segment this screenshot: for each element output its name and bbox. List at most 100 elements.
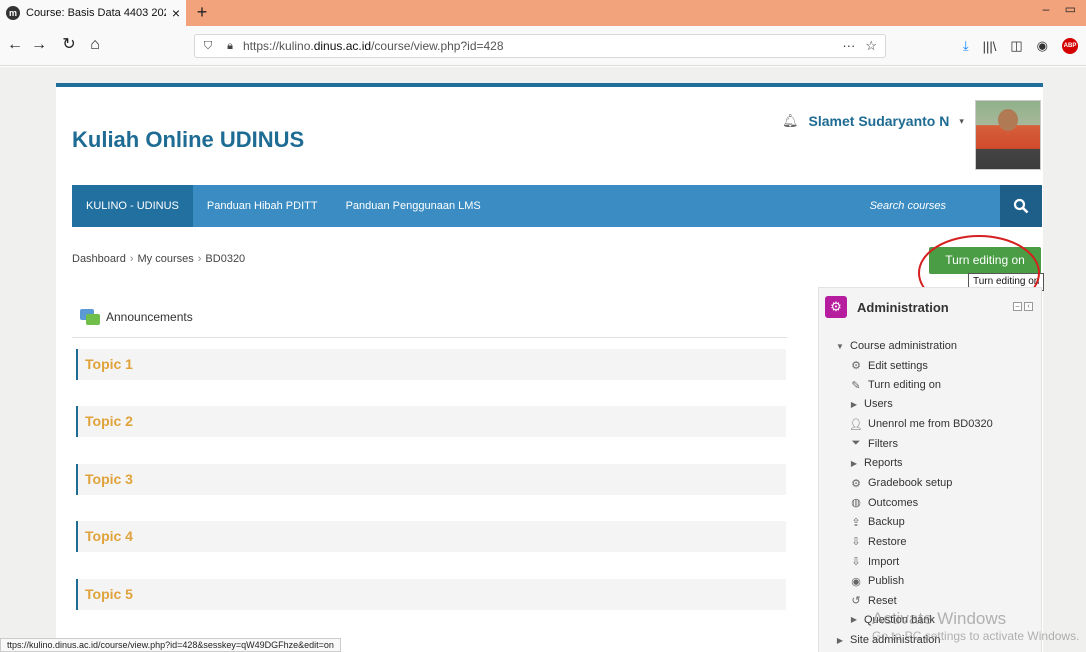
- admin-item[interactable]: ⇪ Backup: [849, 516, 905, 529]
- expand-arrow-icon: ▶: [836, 635, 844, 645]
- user-name[interactable]: Slamet Sudaryanto N: [809, 113, 950, 129]
- admin-item[interactable]: ⇩ Restore: [849, 535, 906, 549]
- back-icon[interactable]: ←: [4, 34, 26, 56]
- admin-item-label: Turn editing on: [868, 379, 941, 392]
- admin-item-label: Filters: [868, 437, 898, 450]
- admin-item[interactable]: ⚙ Gradebook setup: [849, 477, 952, 490]
- window-controls[interactable]: – ▭: [1043, 2, 1082, 16]
- filter-icon: ⏷: [851, 437, 861, 450]
- browser-toolbar: ← → ↻ ⌂ ⛉ 🔒︎ https://kulino.dinus.ac.id/…: [0, 26, 1086, 66]
- gear-icon: ⚙: [851, 360, 861, 372]
- restore-icon: ⇩: [851, 536, 861, 549]
- admin-item[interactable]: ▶ Users: [849, 398, 893, 410]
- page-actions-icon[interactable]: ···: [842, 38, 855, 54]
- browser-tab-bar: m Course: Basis Data 4403 2020 × + – ▭: [0, 0, 1086, 26]
- reset-icon: ↺: [851, 595, 861, 608]
- download-icon[interactable]: ⤓: [963, 38, 969, 54]
- announcements-link[interactable]: Announcements: [80, 309, 193, 325]
- avatar[interactable]: [975, 100, 1041, 170]
- admin-item[interactable]: ✎ Turn editing on: [849, 379, 941, 392]
- user-icon: 👤︎: [849, 418, 863, 431]
- admin-item-label: Reset: [868, 594, 897, 607]
- admin-item-label: Gradebook setup: [868, 477, 953, 490]
- breadcrumb-my-courses[interactable]: My courses: [138, 253, 194, 265]
- url-text[interactable]: https://kulino.dinus.ac.id/course/view.p…: [243, 39, 504, 53]
- admin-item[interactable]: ⚙ Edit settings: [849, 359, 928, 373]
- admin-item[interactable]: ↺ Reset: [849, 594, 897, 608]
- sidebar-icon[interactable]: ◫: [1010, 38, 1022, 54]
- reload-icon[interactable]: ↻: [58, 34, 80, 56]
- course-page: Kuliah Online UDINUS 🔔︎ Slamet Sudaryant…: [56, 83, 1079, 652]
- admin-item[interactable]: 👤︎ Unenrol me from BD0320: [849, 418, 993, 431]
- administration-block: ⚙ Administration – ‹ ▼ Course administra…: [818, 287, 1042, 652]
- page-background: Kuliah Online UDINUS 🔔︎ Slamet Sudaryant…: [0, 67, 1086, 652]
- toolbar-icons: ⤓ |||\ ◫ ◉ ABP: [963, 38, 1078, 54]
- home-icon[interactable]: ⌂: [84, 34, 106, 56]
- admin-item[interactable]: ▶ Reports: [849, 457, 903, 469]
- search-input[interactable]: Search courses: [870, 185, 946, 227]
- browser-tab[interactable]: m Course: Basis Data 4403 2020 ×: [0, 0, 186, 26]
- admin-title: Administration: [857, 299, 949, 315]
- admin-item-label: Users: [864, 398, 893, 411]
- dock-block-icon[interactable]: ‹: [1024, 302, 1033, 311]
- admin-item-label: Import: [868, 555, 900, 568]
- admin-item-label: Edit settings: [868, 359, 928, 372]
- windows-watermark: Activate Windows: [872, 609, 1007, 628]
- admin-item-label: Backup: [868, 516, 905, 529]
- library-icon[interactable]: |||\: [983, 39, 997, 54]
- status-bar: ttps://kulino.dinus.ac.id/course/view.ph…: [0, 638, 341, 652]
- notification-bell-icon[interactable]: 🔔︎: [782, 113, 799, 129]
- admin-item[interactable]: ⏷ Filters: [849, 437, 898, 450]
- topic-title[interactable]: Topic 5: [85, 586, 133, 602]
- admin-item[interactable]: ◍ Outcomes: [849, 496, 919, 510]
- nav-item-kulino[interactable]: KULINO - UDINUS: [72, 185, 193, 227]
- expand-arrow-icon: ▶: [850, 399, 858, 409]
- topic-section: Topic 4: [76, 521, 786, 552]
- shield-icon[interactable]: ⛉: [199, 40, 217, 53]
- user-menu[interactable]: 🔔︎ Slamet Sudaryanto N ▾: [782, 113, 964, 129]
- breadcrumb-dashboard[interactable]: Dashboard: [72, 253, 126, 265]
- cogs-icon: ⚙: [825, 296, 847, 318]
- lock-icon[interactable]: 🔒︎: [221, 40, 239, 53]
- upload-icon: ⇪: [851, 516, 861, 529]
- course-administration-node[interactable]: ▼ Course administration: [835, 340, 957, 352]
- topic-title[interactable]: Topic 4: [85, 528, 133, 544]
- divider: [72, 337, 787, 338]
- topic-title[interactable]: Topic 1: [85, 356, 133, 372]
- account-icon[interactable]: ◉: [1037, 38, 1048, 54]
- admin-item-label: Publish: [868, 575, 905, 588]
- moodle-favicon-icon: m: [6, 6, 20, 20]
- bookmark-star-icon[interactable]: ☆: [865, 38, 877, 54]
- import-icon: ⇩: [851, 556, 861, 568]
- topic-title[interactable]: Topic 3: [85, 471, 133, 487]
- collapse-block-icon[interactable]: –: [1013, 302, 1022, 311]
- nav-item-panduan-lms[interactable]: Panduan Penggunaan LMS: [332, 185, 495, 227]
- gear-icon: ⚙: [851, 477, 861, 490]
- forward-icon[interactable]: →: [28, 34, 50, 56]
- adblock-icon[interactable]: ABP: [1062, 38, 1078, 54]
- admin-header: ⚙ Administration: [825, 296, 949, 318]
- admin-item[interactable]: ⇩ Import: [849, 555, 900, 569]
- site-title[interactable]: Kuliah Online UDINUS: [72, 127, 304, 153]
- announcements-label[interactable]: Announcements: [106, 310, 193, 324]
- tab-title: Course: Basis Data 4403 2020: [26, 7, 166, 19]
- collapse-arrow-icon: ▼: [836, 341, 844, 351]
- dropdown-caret-icon[interactable]: ▾: [959, 116, 964, 127]
- tab-close-icon[interactable]: ×: [166, 5, 186, 21]
- address-bar[interactable]: ⛉ 🔒︎ https://kulino.dinus.ac.id/course/v…: [194, 34, 886, 58]
- search-button[interactable]: [1000, 185, 1042, 227]
- nav-item-panduan-hibah[interactable]: Panduan Hibah PDITT: [193, 185, 332, 227]
- admin-item-label: Unenrol me from BD0320: [868, 418, 993, 431]
- course-admin-label: Course administration: [850, 340, 957, 352]
- admin-item-label: Reports: [864, 457, 903, 469]
- admin-item-label: Outcomes: [868, 496, 919, 509]
- main-navigation: KULINO - UDINUS Panduan Hibah PDITT Pand…: [72, 185, 1042, 227]
- new-tab-button[interactable]: +: [190, 0, 214, 26]
- admin-item[interactable]: ◉ Publish: [849, 575, 904, 588]
- topic-section: Topic 1: [76, 349, 786, 380]
- breadcrumb-course[interactable]: BD0320: [205, 253, 245, 265]
- topic-section: Topic 2: [76, 406, 786, 437]
- topic-section: Topic 3: [76, 464, 786, 495]
- topic-title[interactable]: Topic 2: [85, 413, 133, 429]
- expand-arrow-icon: ▶: [850, 458, 858, 468]
